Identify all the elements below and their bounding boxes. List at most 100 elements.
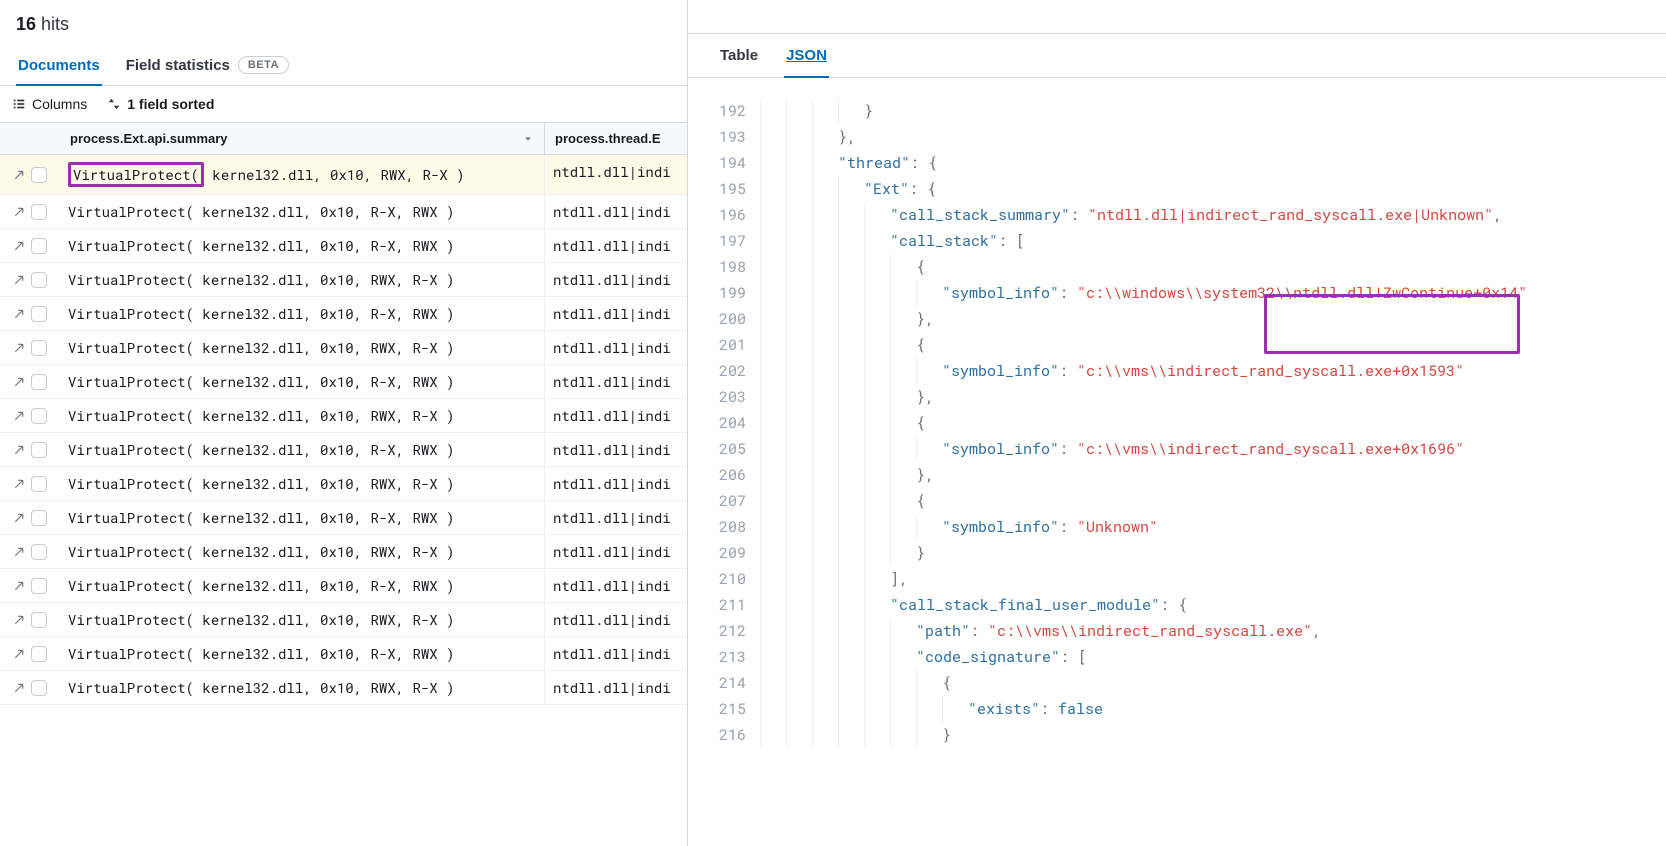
- code-line: 195"Ext": {: [688, 176, 1666, 202]
- code-content: "Ext": {: [864, 176, 1666, 202]
- row-checkbox[interactable]: [31, 374, 47, 390]
- row-checkbox[interactable]: [31, 578, 47, 594]
- row-gutter: [0, 195, 60, 228]
- sort-button[interactable]: 1 field sorted: [107, 96, 214, 112]
- line-number: 192: [688, 98, 760, 124]
- table-row[interactable]: VirtualProtect( kernel32.dll, 0x10, R-X,…: [0, 195, 687, 229]
- th-summary[interactable]: process.Ext.api.summary: [60, 123, 545, 154]
- indent-guides: [760, 228, 890, 254]
- expand-icon[interactable]: [13, 614, 25, 626]
- row-checkbox[interactable]: [31, 204, 47, 220]
- expand-icon[interactable]: [13, 580, 25, 592]
- indent-guides: [760, 436, 942, 462]
- expand-icon[interactable]: [13, 648, 25, 660]
- row-checkbox[interactable]: [31, 612, 47, 628]
- dtab-table[interactable]: Table: [718, 35, 760, 78]
- table-row[interactable]: VirtualProtect( kernel32.dll, 0x10, RWX,…: [0, 331, 687, 365]
- cell-thread: ntdll.dll|indi: [545, 535, 687, 568]
- token-bool: false: [1058, 699, 1103, 719]
- table-row[interactable]: VirtualProtect( kernel32.dll, 0x10, R-X,…: [0, 365, 687, 399]
- code-content: "exists": false: [968, 696, 1666, 722]
- cell-summary: VirtualProtect( kernel32.dll, 0x10, R-X,…: [60, 195, 545, 228]
- table-row[interactable]: VirtualProtect( kernel32.dll, 0x10, RWX,…: [0, 535, 687, 569]
- line-number: 214: [688, 670, 760, 696]
- expand-icon[interactable]: [13, 169, 25, 181]
- expand-icon[interactable]: [13, 512, 25, 524]
- indent-guides: [760, 696, 968, 722]
- table-row[interactable]: VirtualProtect( kernel32.dll, 0x10, RWX,…: [0, 399, 687, 433]
- dtab-json-label: JSON: [786, 47, 827, 64]
- row-checkbox[interactable]: [31, 167, 47, 183]
- indent-guides: [760, 332, 916, 358]
- table-row[interactable]: VirtualProtect( kernel32.dll, 0x10, RWX,…: [0, 671, 687, 705]
- row-checkbox[interactable]: [31, 238, 47, 254]
- row-checkbox[interactable]: [31, 510, 47, 526]
- row-checkbox[interactable]: [31, 340, 47, 356]
- dtab-json[interactable]: JSON: [784, 35, 829, 78]
- code-line: 193},: [688, 124, 1666, 150]
- code-content: },: [838, 124, 1666, 150]
- cell-thread: ntdll.dll|indi: [545, 569, 687, 602]
- line-number: 203: [688, 384, 760, 410]
- expand-icon[interactable]: [13, 376, 25, 388]
- row-checkbox[interactable]: [31, 646, 47, 662]
- cell-summary: VirtualProtect( kernel32.dll, 0x10, RWX,…: [60, 603, 545, 636]
- expand-icon[interactable]: [13, 546, 25, 558]
- line-number: 212: [688, 618, 760, 644]
- indent-guides: [760, 462, 916, 488]
- table-row[interactable]: VirtualProtect( kernel32.dll, 0x10, R-X,…: [0, 569, 687, 603]
- token-punc: },: [916, 309, 934, 329]
- expand-icon[interactable]: [13, 240, 25, 252]
- indent-guides: [760, 358, 942, 384]
- cell-summary: VirtualProtect( kernel32.dll, 0x10, R-X,…: [60, 297, 545, 330]
- code-content: {: [916, 488, 1666, 514]
- hits-count: 16: [16, 14, 36, 34]
- row-checkbox[interactable]: [31, 442, 47, 458]
- table-row[interactable]: VirtualProtect( kernel32.dll, 0x10, R-X,…: [0, 297, 687, 331]
- table-row[interactable]: VirtualProtect( kernel32.dll, 0x10, RWX,…: [0, 155, 687, 195]
- code-content: {: [916, 254, 1666, 280]
- line-number: 194: [688, 150, 760, 176]
- expand-icon[interactable]: [13, 308, 25, 320]
- table-row[interactable]: VirtualProtect( kernel32.dll, 0x10, R-X,…: [0, 433, 687, 467]
- table-row[interactable]: VirtualProtect( kernel32.dll, 0x10, RWX,…: [0, 263, 687, 297]
- tab-documents[interactable]: Documents: [16, 47, 102, 86]
- tab-field-statistics[interactable]: Field statistics BETA: [124, 46, 291, 86]
- expand-icon[interactable]: [13, 478, 25, 490]
- indent-guides: [760, 644, 916, 670]
- table-row[interactable]: VirtualProtect( kernel32.dll, 0x10, R-X,…: [0, 229, 687, 263]
- expand-icon[interactable]: [13, 682, 25, 694]
- cell-summary: VirtualProtect( kernel32.dll, 0x10, R-X,…: [60, 569, 545, 602]
- json-viewer[interactable]: 192}193},194"thread": {195"Ext": {196"ca…: [688, 78, 1666, 846]
- cell-thread: ntdll.dll|indi: [545, 501, 687, 534]
- row-gutter: [0, 297, 60, 330]
- cell-thread: ntdll.dll|indi: [545, 399, 687, 432]
- cell-thread: ntdll.dll|indi: [545, 365, 687, 398]
- expand-icon[interactable]: [13, 274, 25, 286]
- row-checkbox[interactable]: [31, 544, 47, 560]
- row-checkbox[interactable]: [31, 272, 47, 288]
- expand-icon[interactable]: [13, 206, 25, 218]
- table-row[interactable]: VirtualProtect( kernel32.dll, 0x10, RWX,…: [0, 603, 687, 637]
- indent-guides: [760, 150, 838, 176]
- expand-icon[interactable]: [13, 410, 25, 422]
- row-gutter: [0, 229, 60, 262]
- table-row[interactable]: VirtualProtect( kernel32.dll, 0x10, R-X,…: [0, 637, 687, 671]
- row-checkbox[interactable]: [31, 680, 47, 696]
- expand-icon[interactable]: [13, 342, 25, 354]
- table-row[interactable]: VirtualProtect( kernel32.dll, 0x10, RWX,…: [0, 467, 687, 501]
- token-str: "c:\\vms\\indirect_rand_syscall.exe": [988, 621, 1312, 641]
- token-punc: ,: [1312, 621, 1321, 641]
- token-punc: {: [916, 257, 925, 277]
- columns-button[interactable]: Columns: [12, 96, 87, 112]
- row-checkbox[interactable]: [31, 306, 47, 322]
- expand-icon[interactable]: [13, 444, 25, 456]
- indent-guides: [760, 124, 838, 150]
- row-checkbox[interactable]: [31, 408, 47, 424]
- th-thread[interactable]: process.thread.E: [545, 123, 687, 154]
- line-number: 210: [688, 566, 760, 592]
- row-checkbox[interactable]: [31, 476, 47, 492]
- table-row[interactable]: VirtualProtect( kernel32.dll, 0x10, R-X,…: [0, 501, 687, 535]
- line-number: 208: [688, 514, 760, 540]
- code-line: 209}: [688, 540, 1666, 566]
